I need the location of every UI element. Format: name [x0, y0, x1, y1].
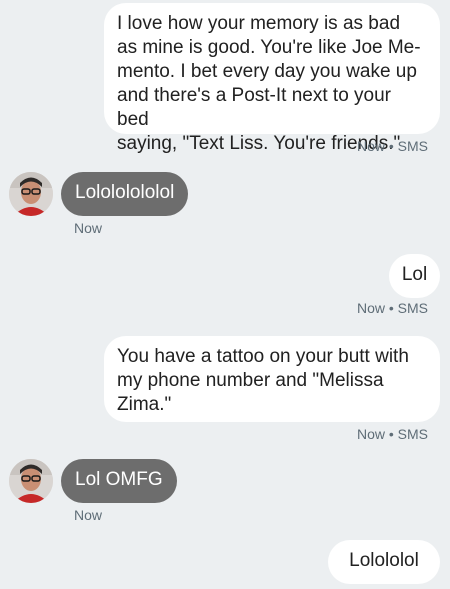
contact-avatar[interactable]	[9, 172, 53, 216]
received-message-bubble[interactable]: Lol OMFG	[61, 459, 177, 503]
message-timestamp: Now • SMS	[356, 138, 428, 154]
sent-message-bubble[interactable]: Lol	[389, 254, 440, 298]
received-message-bubble[interactable]: Lolololololol	[61, 172, 189, 216]
sent-message-bubble[interactable]: Lolololol	[328, 540, 440, 584]
message-timestamp: Now	[74, 220, 103, 236]
sent-message-bubble[interactable]: You have a tattoo on your butt with my p…	[104, 336, 440, 422]
contact-photo-icon	[9, 172, 53, 216]
contact-avatar[interactable]	[9, 459, 53, 503]
message-timestamp: Now • SMS	[356, 426, 428, 442]
message-timestamp: Now	[74, 507, 103, 523]
message-thread[interactable]: I love how your memory is as bad as mine…	[0, 0, 450, 589]
message-timestamp: Now • SMS	[356, 300, 428, 316]
contact-photo-icon	[9, 459, 53, 503]
sent-message-bubble[interactable]: I love how your memory is as bad as mine…	[104, 3, 440, 154]
